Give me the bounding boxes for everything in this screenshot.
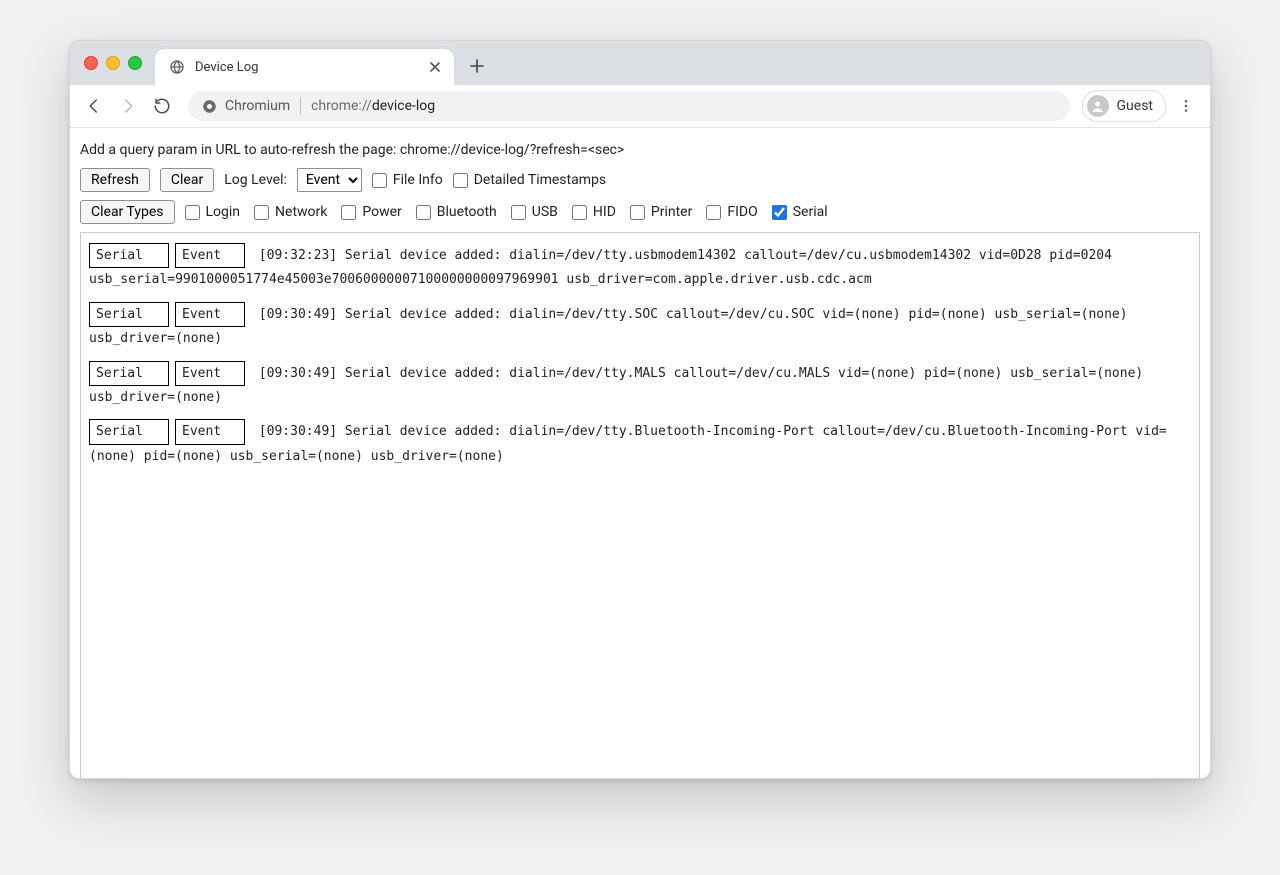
window-close-button[interactable] [84,56,98,70]
log-entry: SerialEvent [09:30:49] Serial device add… [89,361,1191,410]
back-button[interactable] [80,92,108,120]
clear-types-button[interactable]: Clear Types [80,200,175,224]
type-checkbox-power[interactable]: Power [341,204,401,220]
type-input-printer[interactable] [630,205,645,220]
type-label-power: Power [362,204,401,220]
type-label-serial: Serial [793,204,828,220]
refresh-hint: Add a query param in URL to auto-refresh… [80,142,1200,158]
entry-time: [09:30:49] [251,366,345,381]
fileinfo-label: File Info [393,172,443,188]
loglevel-select[interactable]: Event [297,168,362,192]
type-checkbox-printer[interactable]: Printer [630,204,692,220]
type-checkbox-bluetooth[interactable]: Bluetooth [416,204,497,220]
type-label-login: Login [206,204,241,220]
entry-time: [09:30:49] [251,307,345,322]
clear-button[interactable]: Clear [160,168,214,192]
reload-button[interactable] [148,92,176,120]
control-row-1: Refresh Clear Log Level: Event File Info… [80,168,1200,192]
type-input-login[interactable] [185,205,200,220]
url-path: device-log [372,98,435,114]
type-checkbox-fido[interactable]: FIDO [706,204,757,220]
log-entries: SerialEvent [09:32:23] Serial device add… [80,232,1200,779]
type-checkbox-hid[interactable]: HID [572,204,616,220]
browser-toolbar: Chromium chrome://device-log Guest [70,85,1210,128]
site-identity: Chromium [202,98,290,114]
type-label-printer: Printer [651,204,692,220]
log-entry: SerialEvent [09:32:23] Serial device add… [89,243,1191,292]
type-input-bluetooth[interactable] [416,205,431,220]
detailedts-checkbox[interactable]: Detailed Timestamps [453,172,606,188]
avatar-icon [1087,95,1109,117]
type-input-network[interactable] [254,205,269,220]
type-filter-row: Login Network Power Bluetooth USB HID Printer F… [185,204,828,220]
address-bar[interactable]: Chromium chrome://device-log [188,91,1070,121]
profile-label: Guest [1117,98,1153,114]
type-label-usb: USB [532,204,558,220]
control-row-2: Clear Types Login Network Power Bluetooth US… [80,200,1200,224]
detailedts-input[interactable] [453,173,468,188]
type-label-fido: FIDO [727,204,757,220]
profile-button[interactable]: Guest [1082,90,1166,122]
window-controls [84,56,142,70]
type-label-network: Network [275,204,327,220]
entry-type-tag: Serial [89,243,169,268]
entry-message: Serial device added: dialin=/dev/tty.MAL… [89,366,1143,405]
entry-type-tag: Serial [89,302,169,327]
url-scheme: chrome:// [311,98,372,114]
type-input-power[interactable] [341,205,356,220]
entry-type-tag: Serial [89,419,169,444]
entry-level-tag: Event [175,243,245,268]
tab-device-log[interactable]: Device Log [155,49,454,85]
type-input-hid[interactable] [572,205,587,220]
forward-button[interactable] [114,92,142,120]
type-input-usb[interactable] [511,205,526,220]
entry-level-tag: Event [175,361,245,386]
type-label-hid: HID [593,204,616,220]
entry-level-tag: Event [175,419,245,444]
type-input-serial[interactable] [772,205,787,220]
browser-window: Device Log [69,40,1211,779]
window-zoom-button[interactable] [128,56,142,70]
type-label-bluetooth: Bluetooth [437,204,497,220]
type-checkbox-usb[interactable]: USB [511,204,558,220]
type-checkbox-serial[interactable]: Serial [772,204,828,220]
tab-strip: Device Log [70,41,1210,85]
entry-time: [09:30:49] [251,424,345,439]
chrome-icon [202,99,217,114]
type-checkbox-login[interactable]: Login [185,204,241,220]
type-checkbox-network[interactable]: Network [254,204,327,220]
entry-level-tag: Event [175,302,245,327]
fileinfo-input[interactable] [372,173,387,188]
new-tab-button[interactable] [462,51,492,81]
type-input-fido[interactable] [706,205,721,220]
window-minimize-button[interactable] [106,56,120,70]
entry-time: [09:32:23] [251,248,345,263]
omnibox-separator [300,97,301,115]
detailedts-label: Detailed Timestamps [474,172,606,188]
close-icon[interactable] [426,58,444,76]
tab-title: Device Log [195,60,426,75]
omnibox-url: chrome://device-log [311,98,435,114]
entry-type-tag: Serial [89,361,169,386]
menu-button[interactable] [1172,92,1200,120]
loglevel-label: Log Level: [224,172,287,188]
log-entry: SerialEvent [09:30:49] Serial device add… [89,419,1191,468]
log-entry: SerialEvent [09:30:49] Serial device add… [89,302,1191,351]
page-content: Add a query param in URL to auto-refresh… [70,128,1210,778]
site-label: Chromium [225,98,290,114]
fileinfo-checkbox[interactable]: File Info [372,172,443,188]
globe-icon [169,59,185,75]
refresh-button[interactable]: Refresh [80,168,150,192]
